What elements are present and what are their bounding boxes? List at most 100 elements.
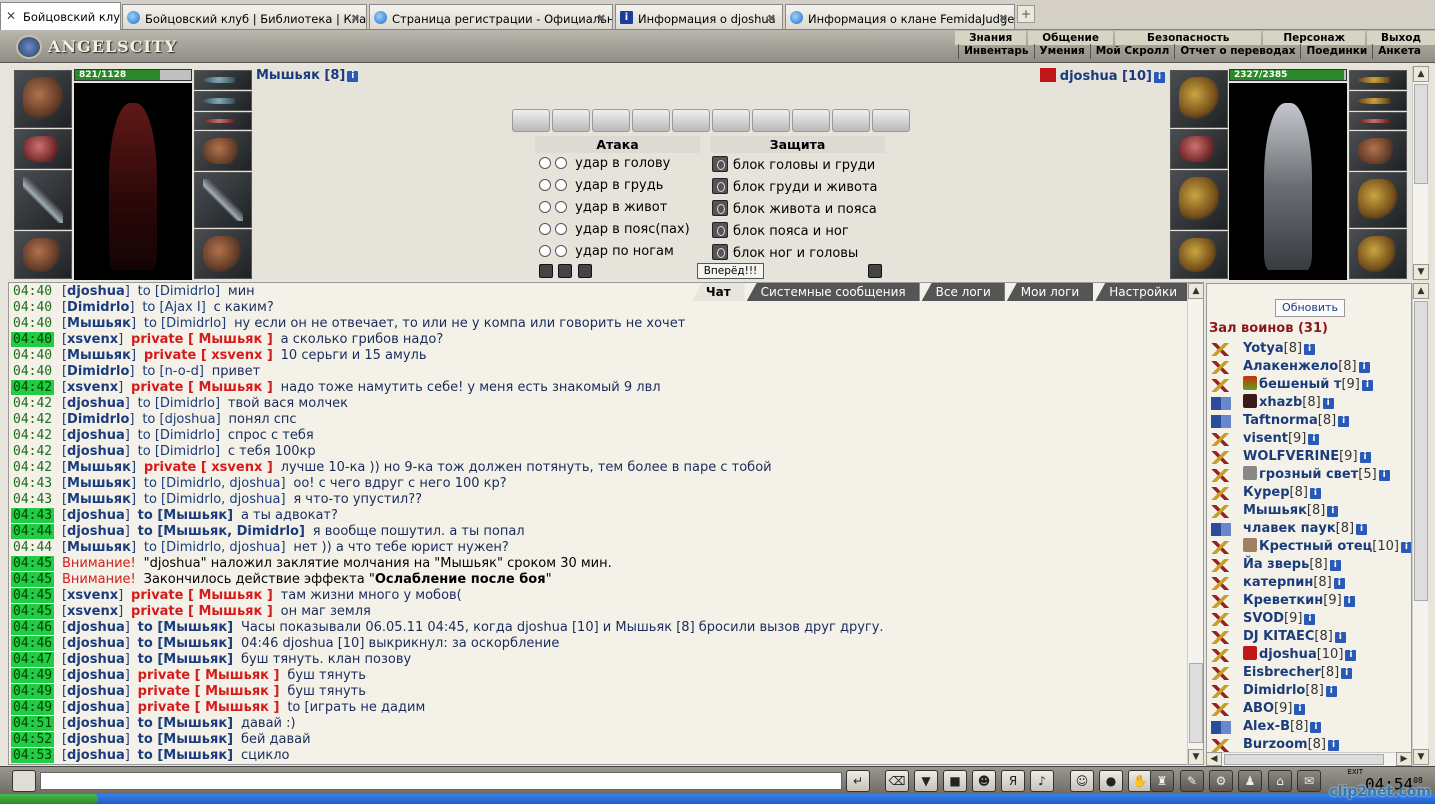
chat-nick[interactable]: [djoshua]: [62, 716, 130, 731]
chat-target[interactable]: to [Мышьяк]: [138, 508, 233, 523]
private-target[interactable]: private [ Мышьяк ]: [131, 588, 273, 603]
helmet-slot[interactable]: [14, 70, 72, 128]
warrior-name[interactable]: Alex-B: [1243, 719, 1290, 734]
gloves-slot[interactable]: [194, 131, 252, 171]
mail-icon[interactable]: ✉: [1297, 770, 1321, 792]
info-icon[interactable]: i: [1294, 704, 1306, 715]
chat-input[interactable]: [40, 772, 842, 790]
info-icon[interactable]: i: [1343, 596, 1355, 607]
skill-icon[interactable]: [539, 264, 553, 278]
info-icon[interactable]: i: [1325, 686, 1337, 697]
chat-target[interactable]: to [n-o-d]: [142, 364, 204, 379]
defense-option[interactable]: блок груди и живота: [712, 178, 878, 195]
tab-all-logs[interactable]: Все логи: [921, 283, 1005, 301]
private-target[interactable]: private [ xsvenx ]: [144, 348, 273, 363]
chat-target[interactable]: to [Мышьяк]: [138, 620, 233, 635]
private-target[interactable]: private [ xsvenx ]: [144, 460, 273, 475]
ring-slot[interactable]: [194, 91, 252, 111]
hall-horizontal-scrollbar[interactable]: ◀ ▶: [1206, 752, 1412, 766]
save-icon[interactable]: ■: [943, 770, 967, 792]
warrior-name[interactable]: xhazb: [1259, 395, 1302, 410]
ring-slot-2[interactable]: [1349, 112, 1407, 130]
private-target[interactable]: private [ Мышьяк ]: [131, 332, 273, 347]
skill-icon[interactable]: [558, 264, 572, 278]
weapon-slot[interactable]: [1170, 170, 1228, 230]
radio-button[interactable]: [555, 245, 567, 257]
warrior-item[interactable]: Мышьяк[8] i: [1211, 502, 1411, 520]
scroll-left-icon[interactable]: ◀: [1206, 752, 1222, 766]
warrior-item[interactable]: грозный свет[5] i: [1211, 466, 1411, 484]
attack-option[interactable]: удар по ногам: [539, 244, 674, 259]
chat-target[interactable]: to [Dimidrlo]: [138, 428, 220, 443]
tab-system-messages[interactable]: Системные сообщения: [746, 283, 920, 301]
radio-button[interactable]: [539, 179, 551, 191]
info-icon[interactable]: i: [1304, 614, 1316, 625]
amulet-slot[interactable]: [1349, 70, 1407, 90]
info-icon[interactable]: i: [1338, 416, 1350, 427]
warrior-name[interactable]: Yotya: [1243, 341, 1284, 356]
chat-target[interactable]: to [Мышьяк]: [138, 748, 233, 763]
menu-security[interactable]: Безопасность: [1114, 31, 1262, 45]
scroll-slot[interactable]: [712, 109, 750, 132]
scroll-up-icon[interactable]: ▲: [1188, 283, 1204, 299]
menu-transfer-report[interactable]: Отчет о переводах: [1174, 44, 1300, 59]
warrior-item[interactable]: члавек паук[8] i: [1211, 520, 1411, 538]
warrior-name[interactable]: Мышьяк: [1243, 503, 1307, 518]
info-icon[interactable]: i: [1327, 740, 1339, 751]
info-icon[interactable]: i: [1304, 344, 1316, 355]
scroll-slot[interactable]: [872, 109, 910, 132]
warrior-name[interactable]: Креветкин: [1243, 593, 1323, 608]
info-icon[interactable]: i: [1356, 524, 1368, 535]
quest-icon[interactable]: ✎: [1180, 770, 1204, 792]
defense-option[interactable]: блок пояса и ног: [712, 222, 849, 239]
warrior-name[interactable]: visent: [1243, 431, 1288, 446]
tab-my-logs[interactable]: Мои логи: [1006, 283, 1094, 301]
chat-nick[interactable]: [Мышьяк]: [62, 492, 136, 507]
info-icon[interactable]: i: [1400, 542, 1411, 553]
info-icon[interactable]: i: [1154, 72, 1165, 83]
private-target[interactable]: private [ Мышьяк ]: [138, 700, 280, 715]
info-icon[interactable]: i: [1322, 398, 1334, 409]
right-player-avatar[interactable]: [1229, 83, 1347, 280]
warrior-name[interactable]: Burzoom: [1243, 737, 1308, 752]
menu-character[interactable]: Персонаж: [1263, 31, 1366, 45]
warrior-name[interactable]: катерпин: [1243, 575, 1313, 590]
scroll-up-icon[interactable]: ▲: [1413, 283, 1429, 299]
chat-target[interactable]: to [Ajax I]: [142, 300, 205, 315]
chat-nick[interactable]: [Мышьяк]: [62, 476, 136, 491]
left-player-avatar[interactable]: [74, 83, 192, 280]
scroll-slot[interactable]: [832, 109, 870, 132]
menu-exit[interactable]: Выход: [1367, 31, 1435, 45]
close-tab-icon[interactable]: ✖: [767, 12, 776, 25]
info-icon[interactable]: i: [1309, 488, 1321, 499]
scroll-slot[interactable]: [592, 109, 630, 132]
chat-nick[interactable]: [djoshua]: [62, 732, 130, 747]
scroll-slot[interactable]: [752, 109, 790, 132]
scroll-slot[interactable]: [632, 109, 670, 132]
chat-nick[interactable]: [Мышьяк]: [62, 348, 136, 363]
scroll-down-icon[interactable]: ▼: [1188, 749, 1204, 765]
chat-nick[interactable]: [djoshua]: [62, 396, 130, 411]
scroll-up-icon[interactable]: ▲: [1413, 66, 1429, 82]
chat-nick[interactable]: [djoshua]: [62, 508, 130, 523]
walk-icon[interactable]: ☻: [972, 770, 996, 792]
chat-target[interactable]: to [Dimidrlo, djoshua]: [144, 476, 286, 491]
warrior-name[interactable]: Курер: [1243, 485, 1290, 500]
chat-target[interactable]: to [djoshua]: [142, 412, 220, 427]
menu-profile[interactable]: Анкета: [1372, 44, 1435, 59]
menu-knowledge[interactable]: Знания: [955, 31, 1027, 45]
friends-icon[interactable]: ♟: [1238, 770, 1262, 792]
scroll-slot[interactable]: [512, 109, 550, 132]
warrior-item[interactable]: xhazb[8] i: [1211, 394, 1411, 412]
bracer-slot[interactable]: [1170, 129, 1228, 169]
shield-slot[interactable]: [1349, 172, 1407, 228]
warrior-item[interactable]: Курер[8] i: [1211, 484, 1411, 502]
start-button[interactable]: [0, 794, 98, 804]
menu-inventory[interactable]: Инвентарь: [958, 44, 1033, 59]
warrior-item[interactable]: djoshua[10] i: [1211, 646, 1411, 664]
chat-nick[interactable]: [djoshua]: [62, 652, 130, 667]
arena-scrollbar[interactable]: ▲ ▼: [1412, 66, 1429, 280]
chat-nick[interactable]: [djoshua]: [62, 668, 130, 683]
warrior-item[interactable]: Taftnorma[8] i: [1211, 412, 1411, 430]
warrior-item[interactable]: ABO[9] i: [1211, 700, 1411, 718]
